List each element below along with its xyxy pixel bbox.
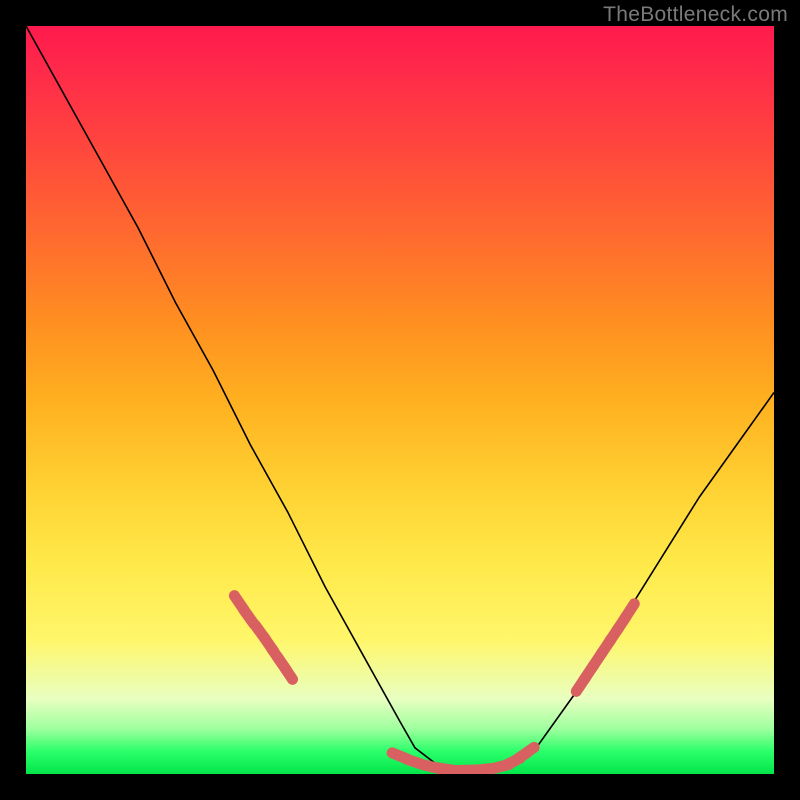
marker-capsule: [625, 604, 634, 618]
marker-dots: [234, 596, 634, 771]
plot-area: [26, 26, 774, 774]
bottleneck-curve-path: [26, 26, 774, 773]
marker-capsule: [520, 747, 534, 757]
chart-root: TheBottleneck.com: [0, 0, 800, 800]
watermark-text: TheBottleneck.com: [603, 3, 788, 27]
bottleneck-curve: [26, 26, 774, 773]
chart-svg: [26, 26, 774, 774]
marker-capsule: [283, 665, 292, 679]
